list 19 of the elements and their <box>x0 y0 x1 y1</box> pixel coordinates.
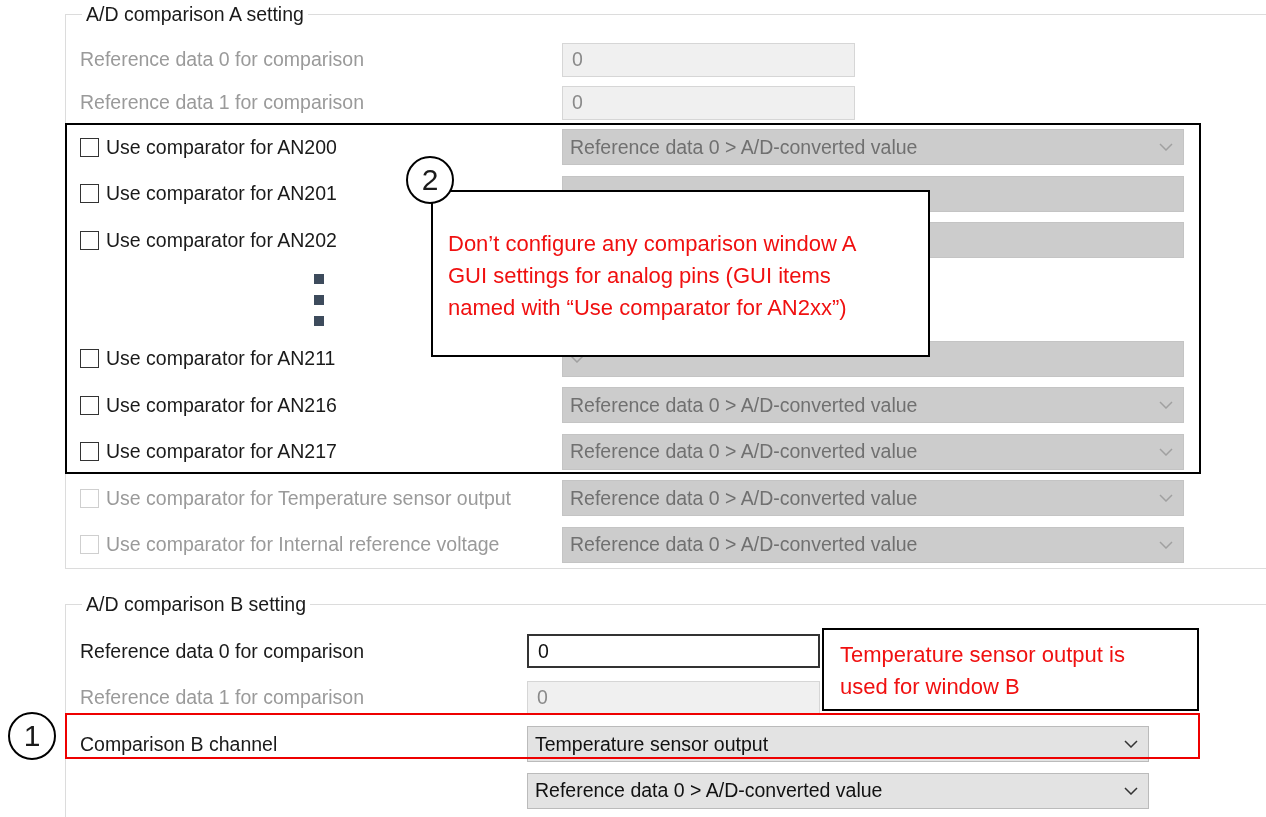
field-label: Reference data 1 for comparison <box>80 686 365 710</box>
group-title: A/D comparison B setting <box>85 593 307 616</box>
step-number: 2 <box>406 156 454 204</box>
checkbox-label: Use comparator for AN217 <box>106 440 337 464</box>
checkbox-label: Use comparator for AN201 <box>106 182 337 206</box>
group-title: A/D comparison A setting <box>85 3 305 26</box>
checkbox-label: Use comparator for AN216 <box>106 393 337 417</box>
checkbox-label: Use comparator for Temperature sensor output <box>106 486 511 510</box>
step-number: 1 <box>8 712 56 760</box>
field-label: Reference data 0 for comparison <box>80 639 365 663</box>
checkbox-label: Use comparator for Internal reference voltage <box>106 533 500 557</box>
field-label: Reference data 0 for comparison <box>80 48 365 71</box>
checkbox-label: Use comparator for AN211 <box>106 347 336 371</box>
checkbox-label: Use comparator for AN202 <box>106 228 337 252</box>
checkbox-label: Use comparator for AN200 <box>106 135 337 159</box>
field-label: Comparison B channel <box>80 732 279 756</box>
field-label: Reference data 1 for comparison <box>80 91 365 114</box>
annotation-tooltip: Don’t configure any comparison window A GUI settings for analog pins (GUI items named with “Use comparator for AN2xx”) <box>431 190 930 357</box>
annotation-tooltip: Temperature sensor output is used for window B <box>822 628 1199 711</box>
